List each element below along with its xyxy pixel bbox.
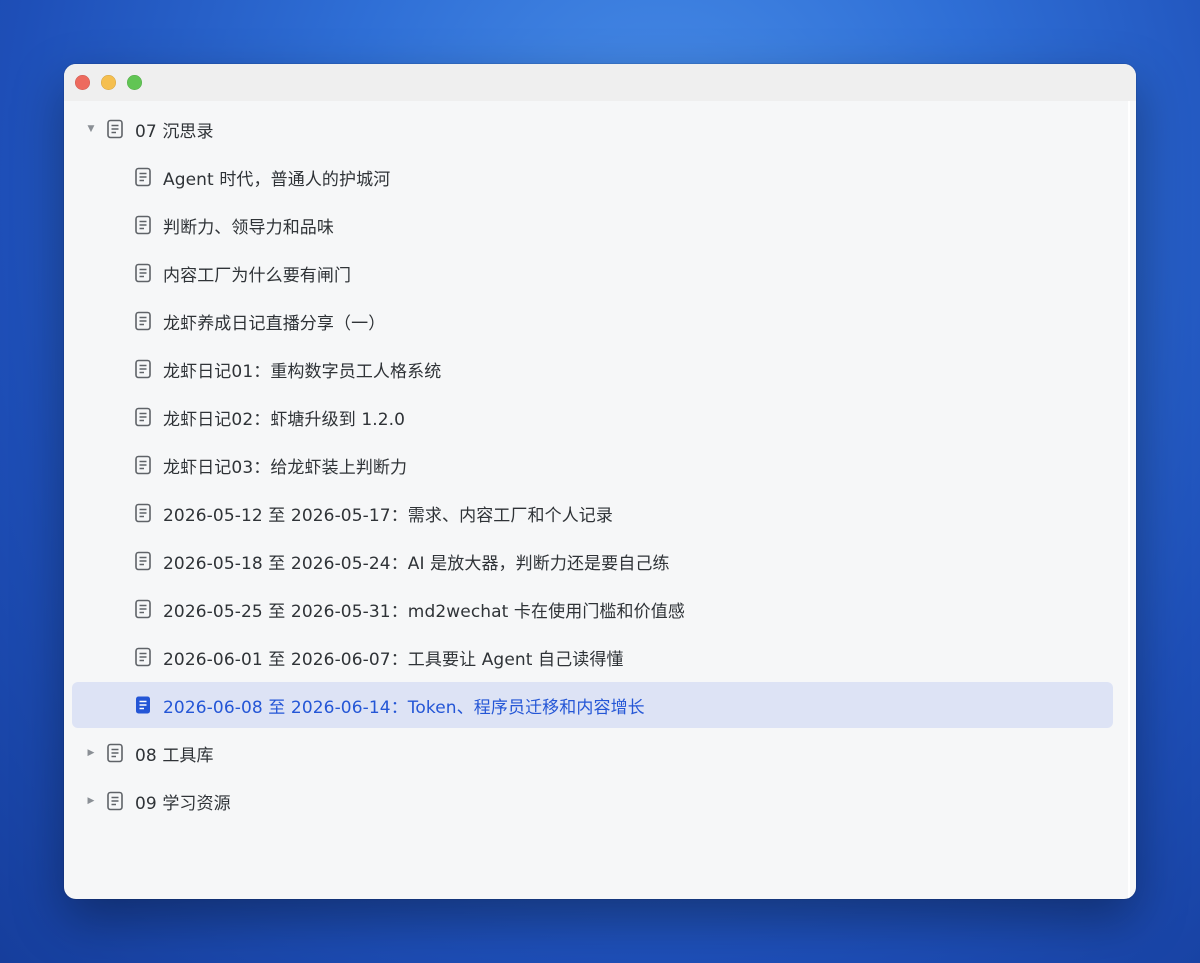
document-icon <box>135 167 151 187</box>
document-icon <box>107 791 123 811</box>
item-label: Agent 时代，普通人的护城河 <box>163 169 391 190</box>
tree-folder-07[interactable]: ▼ 07 沉思录 <box>82 106 214 152</box>
tree-item[interactable]: 龙虾日记02：虾塘升级到 1.2.0 <box>134 394 405 440</box>
document-icon <box>135 359 151 379</box>
document-icon <box>135 311 151 331</box>
document-icon <box>135 215 151 235</box>
tree-item[interactable]: 2026-05-12 至 2026-05-17：需求、内容工厂和个人记录 <box>134 490 613 536</box>
tree-folder-09[interactable]: ▶ 09 学习资源 <box>82 778 231 824</box>
title-bar <box>64 64 1136 101</box>
item-label: 龙虾日记03：给龙虾装上判断力 <box>163 457 408 478</box>
minimize-window-button[interactable] <box>101 75 116 90</box>
tree-folder-08[interactable]: ▶ 08 工具库 <box>82 730 214 776</box>
tree-item[interactable]: 2026-06-01 至 2026-06-07：工具要让 Agent 自己读得懂 <box>134 634 624 680</box>
document-icon <box>135 263 151 283</box>
item-label: 2026-05-12 至 2026-05-17：需求、内容工厂和个人记录 <box>163 505 613 526</box>
document-icon <box>135 407 151 427</box>
tree-item-selected[interactable]: 2026-06-08 至 2026-06-14：Token、程序员迁移和内容增长 <box>72 682 1113 728</box>
app-window: ▼ 07 沉思录 Agent 时代，普通人的护城河 判断力、领导力和品味 内容工… <box>64 64 1136 899</box>
caret-expanded-icon[interactable]: ▼ <box>82 120 100 138</box>
tree-item[interactable]: 2026-05-25 至 2026-05-31：md2wechat 卡在使用门槛… <box>134 586 685 632</box>
document-icon <box>135 455 151 475</box>
tree-item[interactable]: 龙虾日记01：重构数字员工人格系统 <box>134 346 441 392</box>
document-filled-icon <box>136 696 150 714</box>
close-window-button[interactable] <box>75 75 90 90</box>
document-icon <box>135 647 151 667</box>
document-icon <box>135 551 151 571</box>
tree-item[interactable]: 判断力、领导力和品味 <box>134 202 334 248</box>
item-label: 2026-05-25 至 2026-05-31：md2wechat 卡在使用门槛… <box>163 601 685 622</box>
folder-label: 09 学习资源 <box>135 793 231 814</box>
document-icon <box>107 119 123 139</box>
caret-collapsed-icon[interactable]: ▶ <box>82 792 100 810</box>
item-label: 龙虾日记02：虾塘升级到 1.2.0 <box>163 409 406 430</box>
tree-item[interactable]: 龙虾日记03：给龙虾装上判断力 <box>134 442 407 488</box>
item-label: 2026-06-08 至 2026-06-14：Token、程序员迁移和内容增长 <box>163 697 645 718</box>
document-icon <box>107 743 123 763</box>
folder-label: 08 工具库 <box>135 745 214 766</box>
item-label: 2026-05-18 至 2026-05-24：AI 是放大器，判断力还是要自己… <box>163 553 670 574</box>
item-label: 龙虾养成日记直播分享（一） <box>163 313 386 334</box>
item-label: 龙虾日记01：重构数字员工人格系统 <box>163 361 442 382</box>
folder-label: 07 沉思录 <box>135 121 214 142</box>
tree-item[interactable]: 龙虾养成日记直播分享（一） <box>134 298 385 344</box>
document-icon <box>135 599 151 619</box>
caret-collapsed-icon[interactable]: ▶ <box>82 744 100 762</box>
tree-item[interactable]: Agent 时代，普通人的护城河 <box>134 154 390 200</box>
scrollbar-track[interactable] <box>1128 101 1130 899</box>
tree-item[interactable]: 内容工厂为什么要有闸门 <box>134 250 351 296</box>
tree-item[interactable]: 2026-05-18 至 2026-05-24：AI 是放大器，判断力还是要自己… <box>134 538 670 584</box>
document-icon <box>135 503 151 523</box>
maximize-window-button[interactable] <box>127 75 142 90</box>
item-label: 2026-06-01 至 2026-06-07：工具要让 Agent 自己读得懂 <box>163 649 624 670</box>
item-label: 判断力、领导力和品味 <box>163 217 334 238</box>
item-label: 内容工厂为什么要有闸门 <box>163 265 352 286</box>
